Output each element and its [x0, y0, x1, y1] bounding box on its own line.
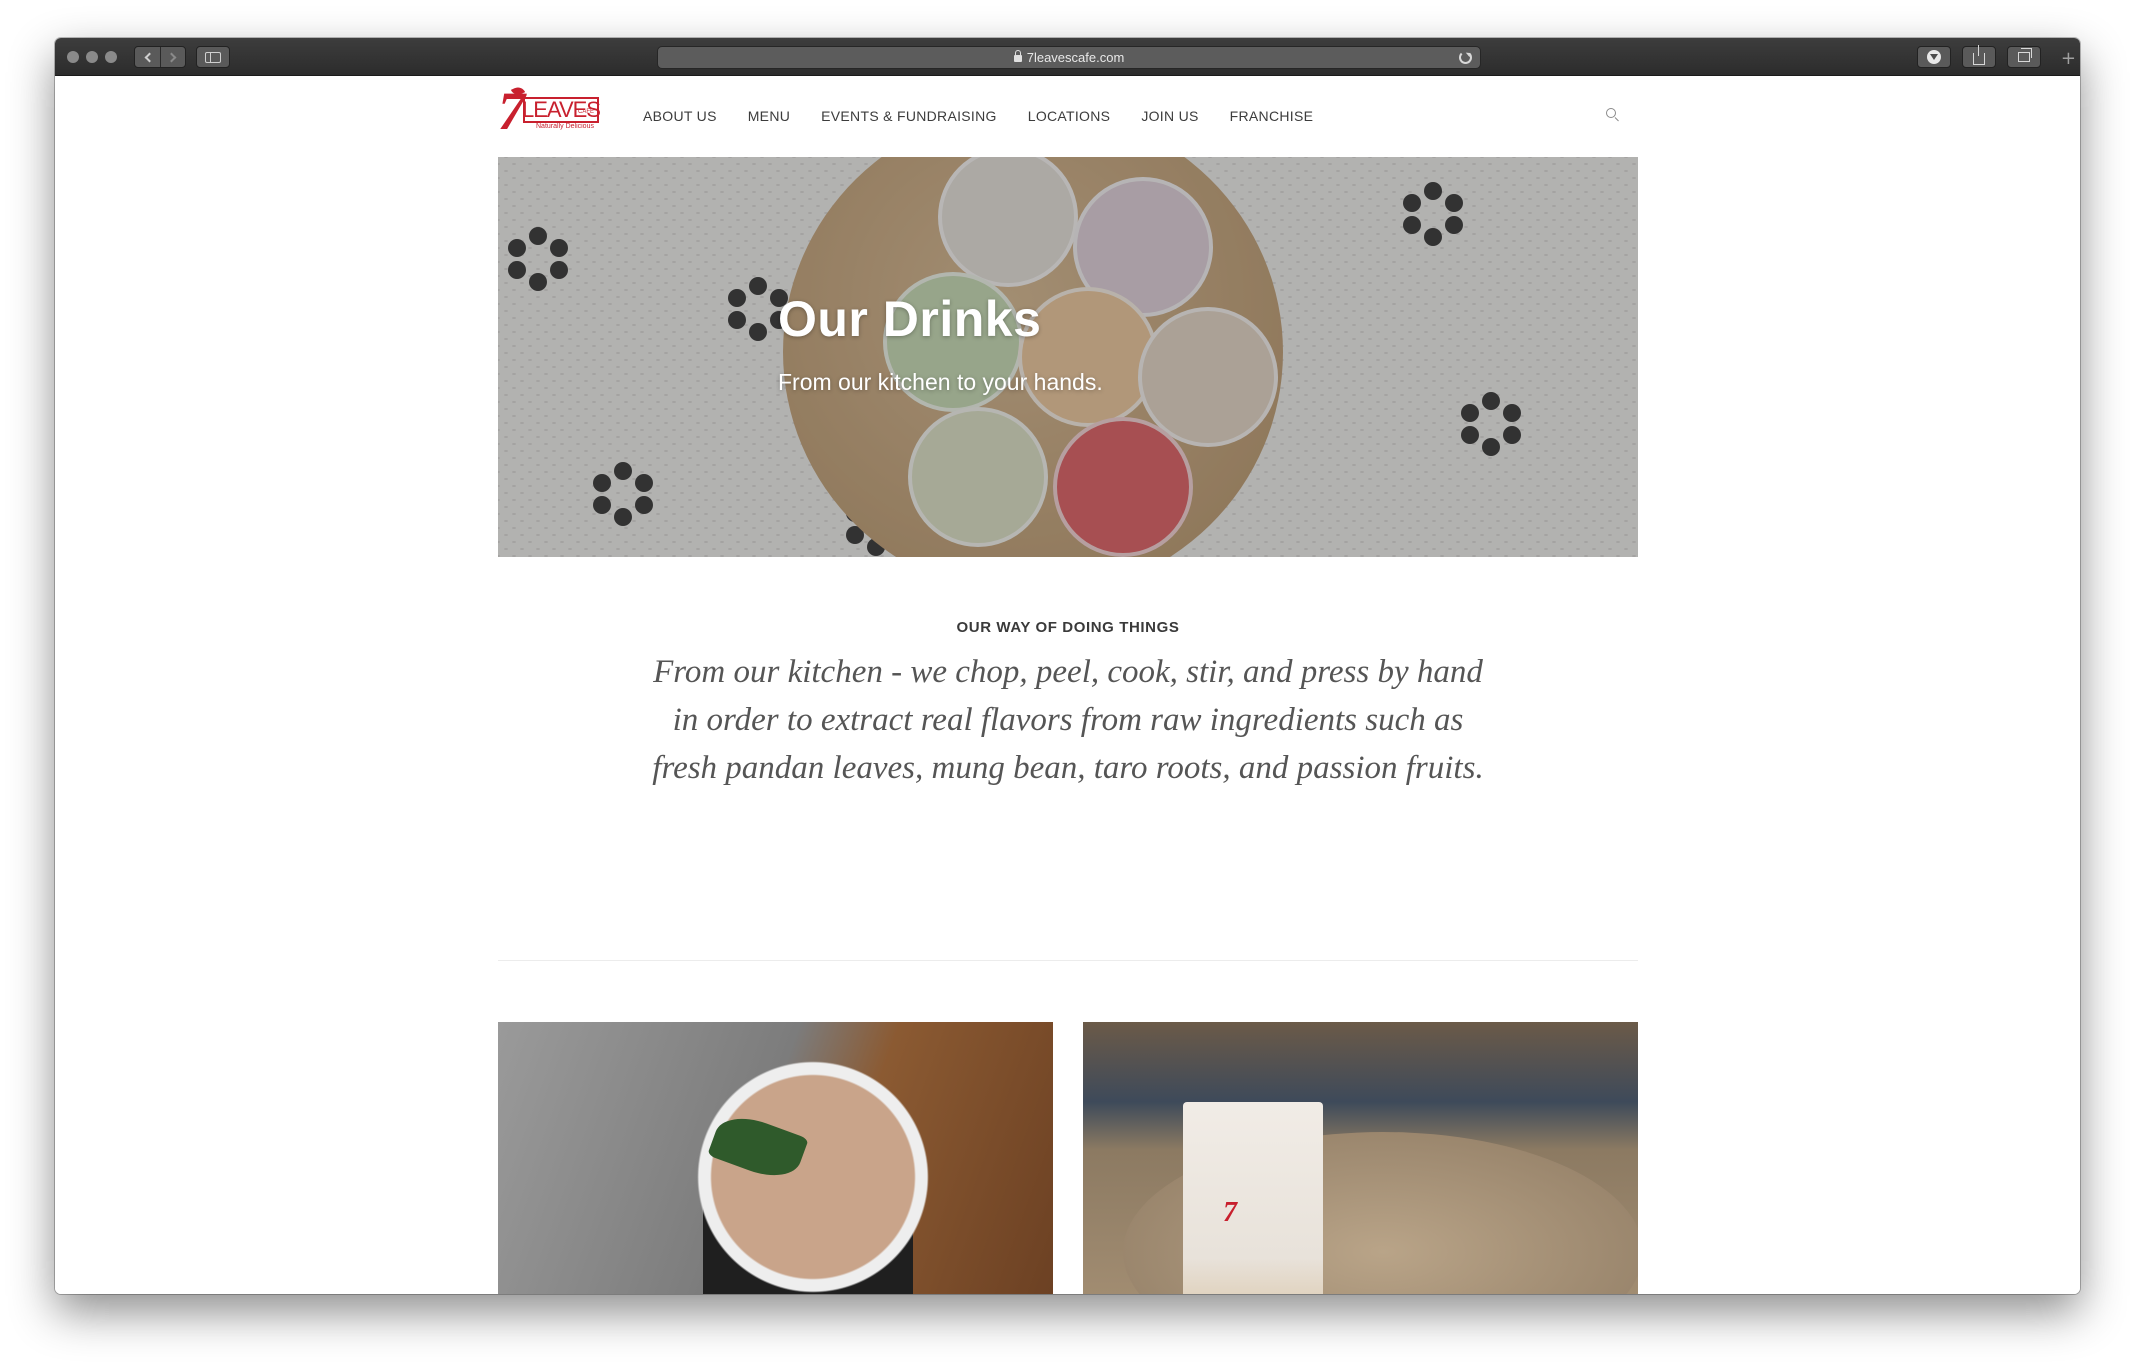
section-divider — [498, 960, 1638, 961]
nav-item-franchise[interactable]: FRANCHISE — [1230, 108, 1314, 124]
cup-logo: 7 — [1223, 1197, 1237, 1228]
main-nav: ABOUT US MENU EVENTS & FUNDRAISING LOCAT… — [643, 108, 1344, 124]
url-text: 7leavescafe.com — [1026, 50, 1125, 65]
new-tab-icon[interactable]: + — [2061, 50, 2076, 68]
nav-item-join-us[interactable]: JOIN US — [1141, 108, 1198, 124]
chevron-left-icon — [144, 52, 154, 62]
downloads-button[interactable] — [1917, 46, 1951, 68]
download-icon — [1927, 50, 1941, 64]
search-icon[interactable] — [1606, 108, 1620, 122]
section-kicker: OUR WAY OF DOING THINGS — [956, 619, 1180, 636]
browser-window: 7leavescafe.com + 7 LEAVES CAFE Naturall… — [55, 38, 2080, 1294]
page-viewport: 7 LEAVES CAFE Naturally Delicious ABOUT … — [55, 76, 2080, 1294]
hero-subtitle: From our kitchen to your hands. — [778, 369, 1103, 395]
hero-title: Our Drinks — [778, 291, 1042, 347]
nav-item-events-fundraising[interactable]: EVENTS & FUNDRAISING — [821, 108, 997, 124]
minimize-window-button[interactable] — [86, 51, 98, 63]
reload-icon[interactable] — [1459, 51, 1472, 64]
chevron-right-icon — [166, 52, 177, 62]
logo-tagline: Naturally Delicious — [536, 123, 594, 130]
nav-item-about-us[interactable]: ABOUT US — [643, 108, 717, 124]
sidebar-toggle-button[interactable] — [196, 46, 230, 68]
history-nav — [134, 46, 186, 68]
share-icon — [1973, 45, 1985, 65]
share-button[interactable] — [1962, 45, 1996, 68]
milk-tea-photo: 7 — [1083, 1022, 1638, 1294]
nav-item-locations[interactable]: LOCATIONS — [1028, 108, 1111, 124]
browser-toolbar: 7leavescafe.com + — [55, 38, 2080, 76]
search-icon-handle — [1614, 117, 1619, 122]
cup-top — [683, 1047, 943, 1294]
site-logo[interactable]: 7 LEAVES CAFE Naturally Delicious — [498, 84, 601, 138]
nav-item-menu[interactable]: MENU — [748, 108, 790, 124]
address-bar[interactable]: 7leavescafe.com — [657, 46, 1481, 69]
forward-button[interactable] — [160, 47, 185, 67]
iced-tea-photo — [498, 1022, 1053, 1294]
sidebar-icon — [205, 51, 221, 63]
tabs-icon — [2018, 48, 2032, 62]
zoom-window-button[interactable] — [105, 51, 117, 63]
logo-sub: CAFE — [578, 109, 595, 115]
intro-quote: From our kitchen - we chop, peel, cook, … — [652, 654, 1484, 786]
back-button[interactable] — [135, 47, 160, 67]
site-header: 7 LEAVES CAFE Naturally Delicious ABOUT … — [498, 76, 1638, 156]
tab-overview-button[interactable] — [2007, 46, 2041, 68]
hero-overlay — [498, 157, 1638, 557]
site-container: 7 LEAVES CAFE Naturally Delicious ABOUT … — [498, 76, 1638, 1294]
hero-banner: Our Drinks From our kitchen to your hand… — [498, 157, 1638, 557]
milk-tea-cup — [1183, 1102, 1323, 1294]
lock-icon — [1013, 50, 1022, 62]
close-window-button[interactable] — [67, 51, 79, 63]
